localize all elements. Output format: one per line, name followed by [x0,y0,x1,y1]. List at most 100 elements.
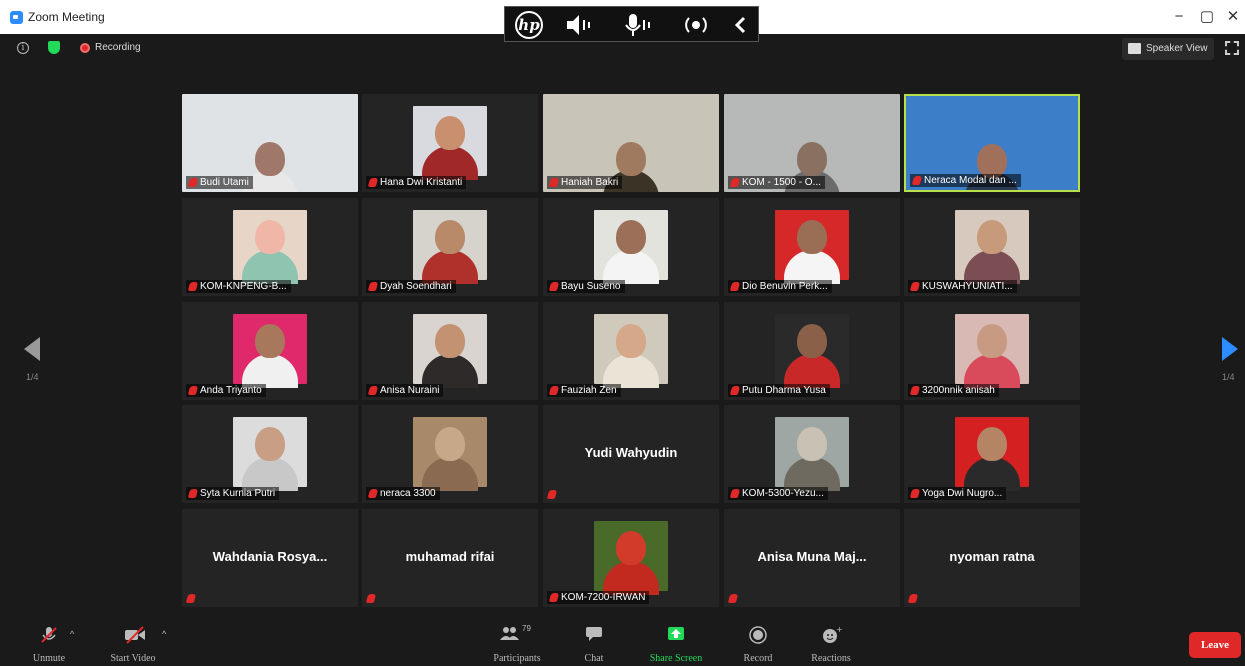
participant-tile[interactable]: Dyah Soendhari [362,198,538,296]
muted-mic-icon [548,386,560,395]
speaker-view-label: Speaker View [1146,43,1208,54]
chat-label: Chat [584,653,604,664]
participant-body [242,250,298,284]
participant-body [603,561,659,595]
participant-head [797,427,827,461]
participant-tile[interactable]: Haniah Bakri [543,94,719,192]
participant-name-label: Yoga Dwi Nugro... [908,487,1007,500]
muted-mic-icon [909,386,921,395]
participant-tile[interactable]: 3200nnik anisah [904,302,1080,400]
participant-tile[interactable]: Anisa Nuraini [362,302,538,400]
next-page-arrow-icon[interactable] [1222,337,1238,361]
previous-page-arrow-icon[interactable] [24,337,40,361]
participant-tile[interactable]: KOM-5300-Yezu... [724,405,900,503]
participant-tile[interactable]: Syta Kurnia Putri [182,405,358,503]
participant-name: KOM-KNPENG-B... [200,281,287,292]
participant-tile[interactable]: neraca 3300 [362,405,538,503]
participant-name: Wahdania Rosya... [212,549,328,564]
participant-name-label: neraca 3300 [366,487,440,500]
participant-name: KOM-7200-IRWAN [561,592,646,603]
participant-name: neraca 3300 [380,488,436,499]
participant-body [242,457,298,491]
participant-tile[interactable]: Wahdania Rosya... [182,509,358,607]
participant-video [594,314,668,388]
leave-button[interactable]: Leave [1189,632,1241,658]
participant-name: Bayu Suseno [561,281,621,292]
meeting-info-bar: i Recording [0,34,1245,62]
muted-mic-icon [909,489,921,498]
participant-body [603,354,659,388]
participant-tile[interactable]: KOM-7200-IRWAN [543,509,719,607]
participant-head [435,324,465,358]
page-indicator-right: 1/4 [1222,372,1235,382]
muted-mic-icon [907,594,919,603]
participant-tile[interactable]: Fauziah Zen [543,302,719,400]
participant-video [413,106,487,180]
participant-tile[interactable]: Yudi Wahyudin [543,405,719,503]
participant-head [977,144,1007,178]
chat-button[interactable]: Chat [559,622,629,666]
caret-up-icon: ^ [162,629,167,639]
reactions-icon: + [822,625,843,643]
participant-name: Dyah Soendhari [380,281,452,292]
muted-mic-icon [40,626,58,643]
muted-mic-icon [911,176,923,185]
fullscreen-icon[interactable] [1225,41,1239,55]
minimize-button[interactable]: − [1168,7,1190,27]
participant-name: Putu Dharma Yusa [742,385,826,396]
participant-tile[interactable]: KUSWAHYUNIATI... [904,198,1080,296]
muted-mic-icon [367,178,379,187]
info-icon[interactable]: i [17,42,29,54]
participant-head [616,142,646,176]
record-button[interactable]: Record [723,622,793,666]
participant-head [616,324,646,358]
participant-tile[interactable]: Hana Dwi Kristanti [362,94,538,192]
participant-tile[interactable]: Anisa Muna Maj... [724,509,900,607]
participant-head [255,324,285,358]
participant-tile[interactable]: Putu Dharma Yusa [724,302,900,400]
participant-body [422,457,478,491]
muted-mic-icon [367,282,379,291]
participant-head [977,324,1007,358]
participant-name-label: KOM-5300-Yezu... [728,487,828,500]
participant-tile[interactable]: muhamad rifai [362,509,538,607]
restore-button[interactable]: ▢ [1196,7,1218,27]
close-button[interactable]: ✕ [1222,7,1244,27]
reactions-button[interactable]: + Reactions [796,622,866,666]
participant-tile[interactable]: Bayu Suseno [543,198,719,296]
participant-tile[interactable]: Neraca Modal dan ... [904,94,1080,192]
participant-count: 79 [522,624,531,633]
audio-options-button[interactable]: ^ [64,622,84,666]
security-shield-icon[interactable] [48,41,60,54]
page-indicator-left: 1/4 [26,372,39,382]
participant-head [255,220,285,254]
participant-body [242,354,298,388]
participant-tile[interactable]: Anda Triyanto [182,302,358,400]
participant-tile[interactable]: Dio Benuvin Perk... [724,198,900,296]
participant-name: Budi Utami [200,177,249,188]
participant-name: Hana Dwi Kristanti [380,177,463,188]
speaker-view-button[interactable]: Speaker View [1122,38,1214,60]
view-icon [1128,43,1141,54]
participants-button[interactable]: 79 Participants [482,622,552,666]
participant-video [955,210,1029,284]
muted-mic-icon [187,178,199,187]
participant-head [616,220,646,254]
participant-tile[interactable]: KOM - 1500 - O... [724,94,900,192]
participant-body [784,457,840,491]
participant-tile[interactable]: Yoga Dwi Nugro... [904,405,1080,503]
participant-tile[interactable]: Budi Utami [182,94,358,192]
video-options-button[interactable]: ^ [156,622,176,666]
participant-body [784,354,840,388]
participant-video [955,314,1029,388]
participant-tile[interactable]: KOM-KNPENG-B... [182,198,358,296]
muted-mic-icon [187,282,199,291]
participant-video [233,210,307,284]
participants-label: Participants [493,653,541,664]
participant-tile[interactable]: nyoman ratna [904,509,1080,607]
share-screen-button[interactable]: Share Screen [641,622,711,666]
participant-name: Anisa Muna Maj... [757,549,867,564]
muted-mic-icon [365,594,377,603]
participant-name-label: Dio Benuvin Perk... [728,280,832,293]
participant-body [964,457,1020,491]
